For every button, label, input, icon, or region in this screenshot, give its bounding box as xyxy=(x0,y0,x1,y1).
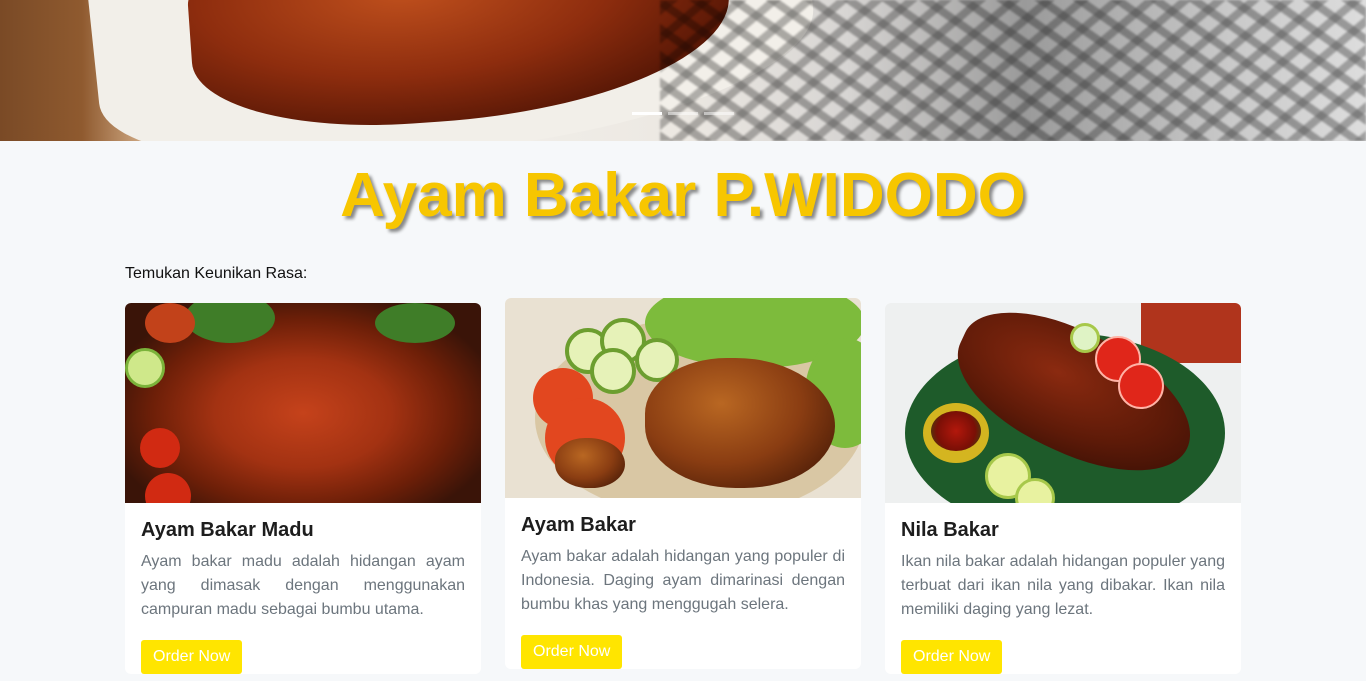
menu-description: Ayam bakar madu adalah hidangan ayam yan… xyxy=(141,553,465,618)
menu-name: Ayam Bakar Madu xyxy=(141,519,314,541)
carousel-indicator-1[interactable] xyxy=(632,112,662,115)
section-label: Temukan Keunikan Rasa: xyxy=(125,265,308,282)
order-now-button[interactable]: Order Now xyxy=(141,640,243,674)
hero-tablecloth-image xyxy=(660,0,1366,141)
hero-carousel[interactable] xyxy=(0,0,1366,141)
menu-photo-ayam-bakar xyxy=(505,298,861,498)
menu-card-ayam-bakar-madu: Ayam Bakar Madu Ayam bakar madu adalah h… xyxy=(125,303,481,674)
menu-card-nila-bakar: Nila Bakar Ikan nila bakar adalah hidang… xyxy=(885,303,1241,674)
menu-description: Ikan nila bakar adalah hidangan populer … xyxy=(901,553,1225,618)
order-now-button[interactable]: Order Now xyxy=(901,640,1003,674)
menu-name: Nila Bakar xyxy=(901,519,999,541)
carousel-indicator-2[interactable] xyxy=(668,112,698,115)
carousel-indicator-3[interactable] xyxy=(704,112,734,115)
menu-description: Ayam bakar adalah hidangan yang populer … xyxy=(521,548,845,613)
menu-photo-ayam-bakar-madu xyxy=(125,303,481,503)
menu-photo-nila-bakar xyxy=(885,303,1241,503)
brand-title: Ayam Bakar P.WIDODO xyxy=(340,161,1026,230)
carousel-indicators xyxy=(632,112,734,115)
menu-name: Ayam Bakar xyxy=(521,514,636,536)
order-now-button[interactable]: Order Now xyxy=(521,635,623,669)
menu-card-ayam-bakar: Ayam Bakar Ayam bakar adalah hidangan ya… xyxy=(505,298,861,669)
